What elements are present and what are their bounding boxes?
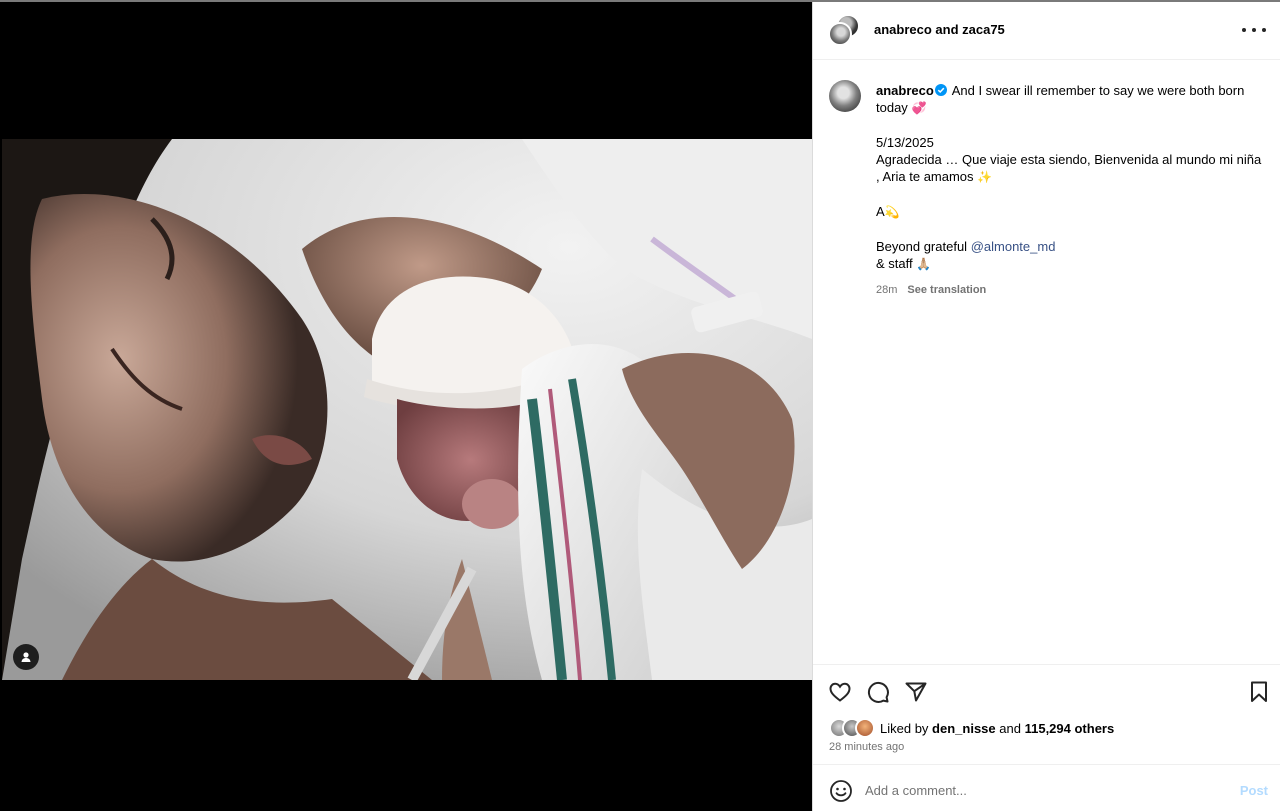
likes-text: Liked by den_nisse and 115,294 others	[880, 721, 1114, 736]
caption-paragraph: A💫	[876, 203, 1266, 221]
comment-button[interactable]	[865, 679, 891, 705]
liker-username[interactable]: den_nisse	[932, 721, 996, 736]
see-translation-button[interactable]: See translation	[907, 284, 986, 296]
like-button[interactable]	[827, 679, 853, 705]
caption-text: Beyond grateful	[876, 239, 968, 254]
post-details-panel: anabreco and zaca75 anabreco And I swear…	[812, 2, 1280, 811]
more-options-button[interactable]	[1242, 20, 1266, 40]
comment-bar: Post	[813, 764, 1280, 811]
more-horizontal-icon	[1242, 28, 1246, 32]
bookmark-icon	[1251, 681, 1267, 702]
likes-middle: and	[999, 720, 1021, 736]
post-timestamp[interactable]: 28 minutes ago	[829, 741, 904, 753]
caption-time[interactable]: 28m	[876, 284, 897, 296]
heart-emoji: 💞	[911, 101, 927, 115]
post-header: anabreco and zaca75	[813, 2, 1280, 60]
post-photo	[2, 139, 812, 680]
post-comment-button[interactable]: Post	[1240, 783, 1268, 798]
post-media[interactable]	[0, 2, 812, 811]
dizzy-emoji: 💫	[884, 205, 900, 219]
caption-text: A	[876, 204, 885, 219]
caption-meta: 28m See translation	[876, 282, 1266, 299]
caption-date: 5/13/2025	[876, 135, 934, 150]
save-button[interactable]	[1246, 679, 1272, 705]
likes-prefix: Liked by	[880, 720, 929, 736]
comment-icon	[867, 681, 889, 703]
pray-emoji: 🙏🏼	[916, 257, 932, 271]
heart-icon	[829, 682, 851, 702]
caption-text: Agradecida … Que viaje esta siendo, Bien…	[876, 152, 1262, 184]
caption-paragraph: Beyond grateful @almonte_md	[876, 238, 1266, 255]
comment-input[interactable]	[865, 778, 1225, 802]
likes-summary[interactable]: Liked by den_nisse and 115,294 others	[829, 717, 1114, 739]
sparkles-emoji: ✨	[977, 170, 993, 184]
avatar	[828, 22, 852, 46]
caption-text: & staff	[876, 256, 913, 271]
caption-first-line: anabreco And I swear ill remember to say…	[876, 82, 1266, 117]
smiley-icon	[830, 780, 852, 802]
send-icon	[905, 682, 927, 702]
tagged-users-button[interactable]	[13, 644, 39, 670]
mention-link[interactable]: @almonte_md	[971, 239, 1056, 254]
share-button[interactable]	[903, 679, 929, 705]
caption-paragraph: Agradecida … Que viaje esta siendo, Bien…	[876, 151, 1266, 186]
newborn-photo	[2, 139, 812, 680]
post-actions: Liked by den_nisse and 115,294 others 28…	[813, 664, 1280, 764]
avatar	[855, 718, 875, 738]
caption-body: anabreco And I swear ill remember to say…	[876, 82, 1266, 299]
emoji-picker-button[interactable]	[829, 779, 853, 803]
avatar[interactable]	[829, 80, 861, 112]
verified-badge-icon	[934, 84, 947, 96]
caption-username[interactable]: anabreco	[876, 83, 934, 98]
dot	[1252, 28, 1256, 32]
collab-avatars[interactable]	[828, 14, 862, 48]
caption-paragraph: & staff 🙏🏼	[876, 255, 1266, 273]
user-icon	[21, 652, 31, 662]
dot	[1262, 28, 1266, 32]
likes-count[interactable]: 115,294 others	[1025, 721, 1115, 736]
post-authors[interactable]: anabreco and zaca75	[874, 22, 1005, 37]
